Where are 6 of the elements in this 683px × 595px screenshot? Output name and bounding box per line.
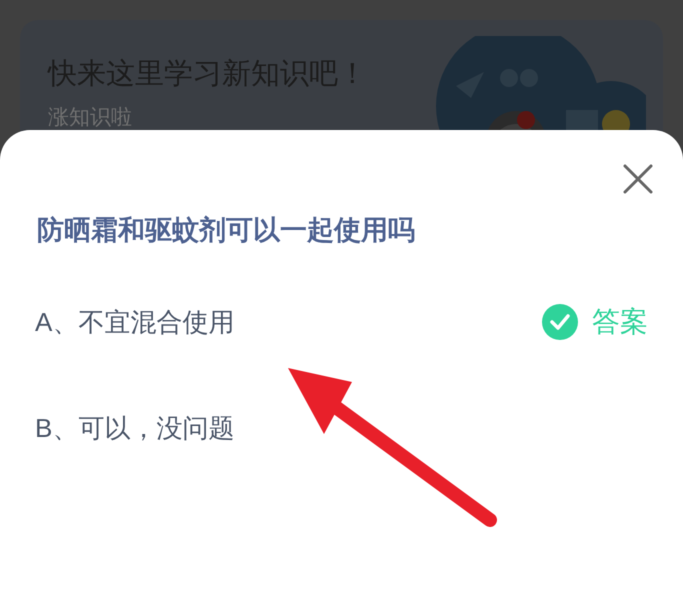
close-icon[interactable] [623, 164, 653, 194]
answer-label: 答案 [592, 305, 648, 339]
answer-option[interactable]: A、不宜混合使用 [35, 302, 234, 342]
answer-option[interactable]: B、可以，没问题 [35, 408, 234, 448]
question-text: 防晒霜和驱蚊剂可以一起使用吗 [37, 214, 415, 247]
check-icon [542, 304, 578, 340]
